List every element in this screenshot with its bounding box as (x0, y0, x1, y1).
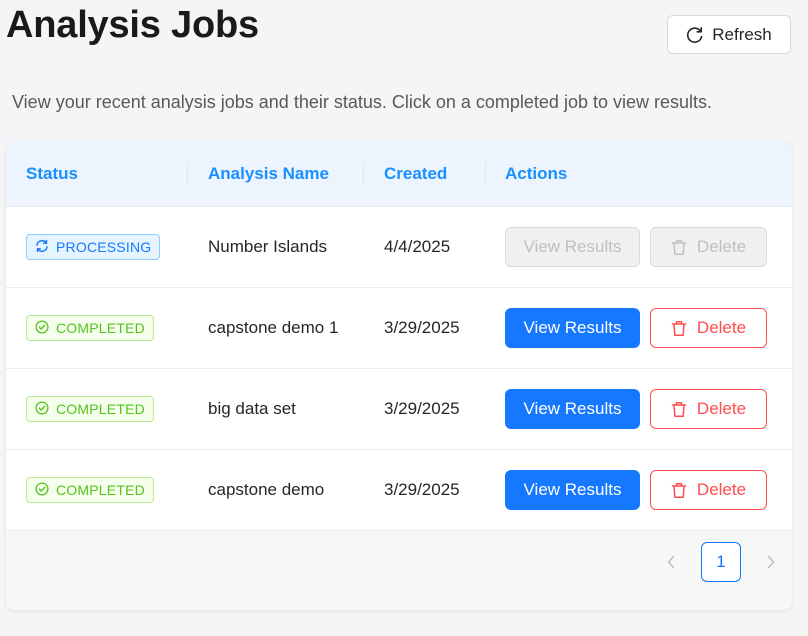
status-badge: PROCESSING (26, 234, 161, 260)
view-results-label: View Results (523, 399, 622, 418)
created-date: 3/29/2025 (384, 318, 460, 337)
created-date: 4/4/2025 (384, 237, 451, 256)
sync-icon (35, 239, 49, 256)
analysis-name: capstone demo (208, 480, 325, 499)
status-cell: PROCESSING (26, 207, 161, 287)
chevron-right-icon (766, 552, 776, 575)
pagination: 1 (6, 531, 792, 610)
analysis-name: Number Islands (208, 237, 328, 256)
pagination-prev-button[interactable] (659, 551, 683, 575)
delete-button[interactable]: Delete (650, 227, 767, 267)
jobs-table: Status Analysis Name Created Actions PRO… (6, 140, 792, 610)
analysis-name: big data set (208, 399, 296, 418)
status-text: COMPLETED (56, 482, 145, 498)
view-results-label: View Results (523, 318, 622, 337)
status-cell: COMPLETED (26, 450, 154, 530)
status-badge: COMPLETED (26, 477, 154, 503)
table-row[interactable]: COMPLETED big data set 3/29/2025 View Re… (6, 369, 792, 450)
trash-icon (671, 482, 687, 499)
pagination-next-button[interactable] (759, 551, 783, 575)
view-results-button[interactable]: View Results (505, 389, 640, 429)
status-text: PROCESSING (56, 239, 152, 255)
view-results-label: View Results (523, 237, 622, 256)
view-results-button[interactable]: View Results (505, 470, 640, 510)
view-results-label: View Results (523, 480, 622, 499)
check-circle-icon (35, 481, 49, 499)
status-cell: COMPLETED (26, 369, 154, 449)
page-description: View your recent analysis jobs and their… (12, 92, 713, 112)
reload-icon (686, 26, 704, 44)
status-cell: COMPLETED (26, 288, 154, 368)
analysis-name: capstone demo 1 (208, 318, 339, 337)
column-header-analysis-name[interactable]: Analysis Name (208, 140, 329, 207)
check-circle-icon (35, 319, 49, 337)
status-text: COMPLETED (56, 320, 145, 336)
check-circle-icon (35, 400, 49, 418)
table-row[interactable]: COMPLETED capstone demo 3/29/2025 View R… (6, 450, 792, 531)
status-badge: COMPLETED (26, 315, 154, 341)
pagination-page-1[interactable]: 1 (701, 542, 741, 582)
table-row[interactable]: PROCESSING Number Islands 4/4/2025 View … (6, 207, 792, 288)
column-divider (485, 162, 486, 184)
delete-label: Delete (696, 399, 747, 418)
refresh-button[interactable]: Refresh (667, 15, 791, 54)
delete-label: Delete (696, 318, 747, 337)
delete-label: Delete (696, 480, 747, 499)
trash-icon (671, 239, 687, 256)
trash-icon (671, 320, 687, 337)
column-divider (187, 162, 188, 184)
column-header-status[interactable]: Status (26, 140, 78, 207)
column-header-actions: Actions (505, 164, 568, 183)
column-divider (363, 162, 364, 184)
page-title: Analysis Jobs (6, 4, 259, 46)
created-date: 3/29/2025 (384, 480, 460, 499)
status-badge: COMPLETED (26, 396, 154, 422)
refresh-button-label: Refresh (712, 24, 772, 44)
column-header-created[interactable]: Created (384, 140, 447, 207)
trash-icon (671, 401, 687, 418)
analysis-jobs-page: Analysis Jobs Refresh View your recent a… (0, 0, 808, 636)
delete-button[interactable]: Delete (650, 389, 767, 429)
delete-button[interactable]: Delete (650, 470, 767, 510)
delete-button[interactable]: Delete (650, 308, 767, 348)
table-header: Status Analysis Name Created Actions (6, 140, 792, 207)
table-row[interactable]: COMPLETED capstone demo 1 3/29/2025 View… (6, 288, 792, 369)
created-date: 3/29/2025 (384, 399, 460, 418)
status-text: COMPLETED (56, 401, 145, 417)
view-results-button[interactable]: View Results (505, 308, 640, 348)
view-results-button[interactable]: View Results (505, 227, 640, 267)
chevron-left-icon (666, 552, 676, 575)
delete-label: Delete (696, 237, 747, 256)
